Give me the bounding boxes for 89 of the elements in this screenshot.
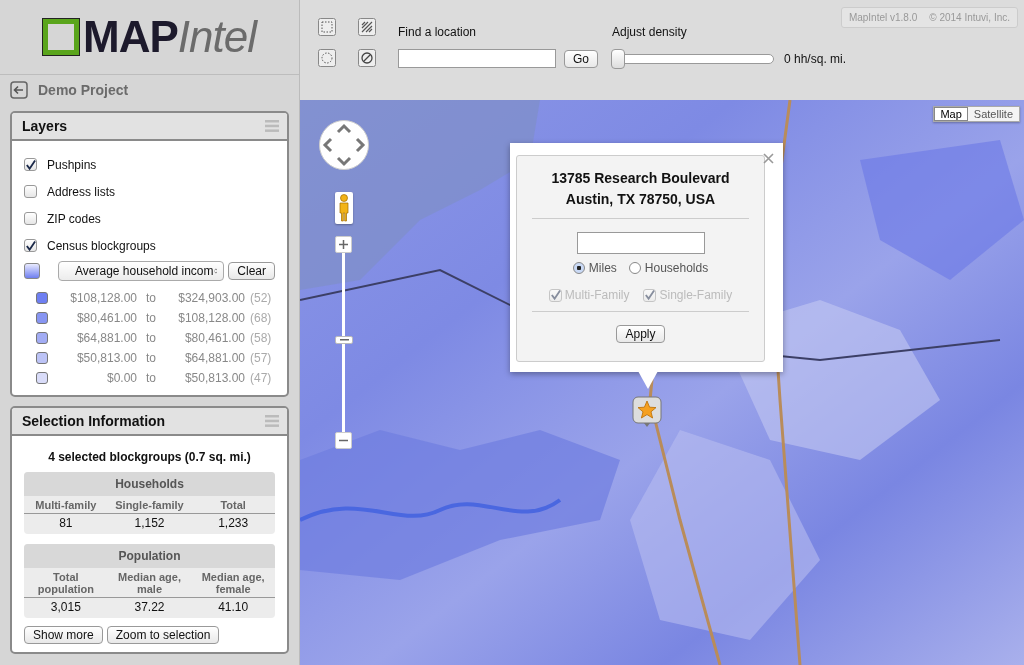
logo-square-icon: [43, 19, 79, 55]
range-end: $80,461.00: [183, 331, 245, 345]
radio-button[interactable]: [628, 262, 641, 274]
density-label: Adjust density: [612, 24, 688, 39]
action-button[interactable]: Show more: [24, 626, 103, 644]
rectangle-select-icon[interactable]: [318, 18, 336, 36]
star-pin-icon[interactable]: [632, 396, 662, 428]
popup-address: 13785 Research Boulevard Austin, TX 78750, USA: [532, 156, 749, 219]
hatch-icon[interactable]: [358, 18, 376, 36]
metric-dropdown[interactable]: Average household incom: [58, 261, 225, 281]
zoom-slider[interactable]: [335, 236, 353, 450]
table-title: Households: [24, 472, 275, 496]
checkbox[interactable]: [24, 212, 37, 225]
location-input[interactable]: [398, 49, 556, 68]
clear-button[interactable]: Clear: [228, 262, 275, 280]
density-reading: 0 hh/sq. mi.: [784, 52, 847, 66]
clear-selection-icon[interactable]: [358, 49, 376, 67]
grip-icon[interactable]: [339, 339, 349, 342]
range-end: $50,813.00: [183, 371, 245, 385]
map-type-tab[interactable]: Satellite: [967, 107, 1019, 121]
copyright-text: © 2014 Intuvi, Inc.: [929, 12, 1010, 23]
back-icon[interactable]: [10, 81, 28, 99]
checkbox[interactable]: [24, 158, 37, 171]
zoom-in-button[interactable]: [335, 236, 352, 253]
range-start: $64,881.00: [75, 331, 137, 345]
column-header: Total: [219, 499, 247, 511]
pan-control-icon[interactable]: [319, 120, 369, 170]
range-separator: to: [145, 311, 157, 325]
slider-thumb[interactable]: [611, 49, 625, 69]
zoom-out-button[interactable]: [335, 432, 352, 449]
column-header: Multi-family: [34, 499, 98, 511]
table-cell-text: 1,152: [133, 516, 166, 530]
filter-label: Multi-Family: [564, 288, 630, 302]
range-count: (47): [250, 371, 273, 385]
radio-label: Miles: [588, 261, 617, 275]
range-end: $324,903.00: [177, 291, 245, 305]
range-count: (52): [250, 291, 273, 305]
range-count: (68): [250, 311, 273, 325]
radius-input[interactable]: [576, 232, 705, 254]
action-button[interactable]: Zoom to selection: [106, 626, 220, 644]
go-button[interactable]: Go: [564, 49, 598, 68]
column-header: Total population: [36, 571, 95, 595]
range-end: $108,128.00: [177, 311, 245, 325]
range-start: $108,128.00: [69, 291, 137, 305]
range-separator: to: [145, 371, 157, 385]
range-start: $0.00: [105, 371, 137, 385]
range-count: (57): [250, 351, 273, 365]
range-count: (58): [250, 331, 273, 345]
range-start: $80,461.00: [75, 311, 137, 325]
layer-label: Address lists: [47, 184, 116, 199]
table-cell-text: 37.22: [133, 600, 166, 614]
circle-select-icon[interactable]: [318, 49, 336, 67]
checkbox[interactable]: [24, 239, 37, 252]
person-icon[interactable]: [335, 192, 353, 224]
table-cell-text: 41.10: [217, 600, 250, 614]
table-cell-text: 81: [58, 516, 74, 530]
range-end: $64,881.00: [183, 351, 245, 365]
column-header: Median age, male: [117, 571, 182, 595]
project-title: Demo Project: [38, 82, 129, 98]
layer-label: Census blockgroups: [47, 238, 156, 253]
table-cell-text: 1,233: [217, 516, 250, 530]
filter-label: Single-Family: [659, 288, 733, 302]
checkbox[interactable]: [24, 185, 37, 198]
map-type-tab[interactable]: Map: [934, 107, 968, 121]
table-cell-text: 3,015: [49, 600, 82, 614]
zoom-thumb[interactable]: [335, 336, 353, 345]
range-separator: to: [145, 291, 157, 305]
density-slider[interactable]: [612, 49, 774, 69]
version-text: MapIntel v1.8.0: [848, 12, 918, 23]
table-title: Population: [24, 544, 275, 568]
app-logo: MAPIntel: [83, 15, 256, 59]
range-separator: to: [145, 351, 157, 365]
caret-icon[interactable]: [213, 266, 218, 276]
selection-summary: 4 selected blockgroups (0.7 sq. mi.): [47, 450, 252, 464]
radio-button[interactable]: [572, 262, 585, 274]
layer-label: ZIP codes: [47, 211, 101, 226]
color-swatch[interactable]: [24, 263, 40, 279]
column-header: Single-family: [114, 499, 185, 511]
apply-button[interactable]: Apply: [616, 325, 665, 343]
panel-title: Layers: [22, 118, 68, 134]
radio-label: Households: [644, 261, 709, 275]
find-location-label: Find a location: [398, 24, 478, 39]
layer-label: Pushpins: [47, 157, 97, 172]
close-icon[interactable]: [763, 153, 774, 164]
range-start: $50,813.00: [75, 351, 137, 365]
column-header: Median age, female: [200, 571, 266, 595]
panel-title: Selection Information: [22, 413, 166, 429]
range-separator: to: [145, 331, 157, 345]
plus-icon[interactable]: [339, 240, 348, 249]
